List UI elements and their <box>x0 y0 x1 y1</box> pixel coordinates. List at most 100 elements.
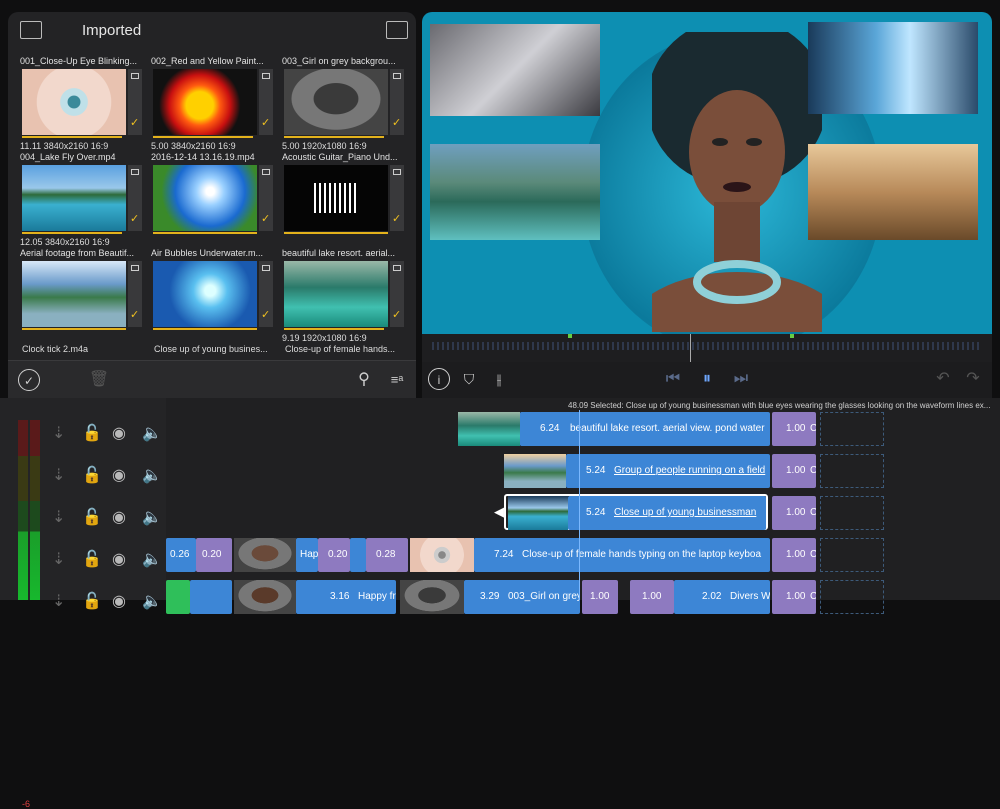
empty-slot[interactable] <box>820 454 884 488</box>
clip-tile[interactable]: 003_Girl on grey backgrou... ✓ 5.00 1920… <box>282 56 404 151</box>
clip-tile[interactable]: Air Bubbles Underwater.m... ✓ <box>151 248 273 336</box>
woman-portrait <box>652 32 822 332</box>
select-check-icon[interactable]: ✓ <box>18 369 40 391</box>
clip-tile[interactable]: beautiful lake resort. aerial... ✓ 9.19 … <box>282 248 404 343</box>
usage-bar <box>153 232 257 234</box>
lock-icon[interactable]: 🔓 <box>82 465 102 485</box>
timeline-thumbnail <box>234 580 296 614</box>
clip-side: ✓ <box>390 165 404 231</box>
marker-icon[interactable]: ⛉ <box>458 368 480 390</box>
clip-tile[interactable]: Acoustic Guitar_Piano Und... ✓ <box>282 152 404 240</box>
usage-bar <box>153 136 253 138</box>
lock-icon[interactable]: 🔓 <box>82 507 102 527</box>
eye-icon[interactable]: ◉ <box>112 423 126 443</box>
speaker-icon[interactable]: 🔈 <box>142 507 162 527</box>
clip-name[interactable]: Clock tick 2.m4a <box>22 344 88 354</box>
speaker-icon[interactable]: 🔈 <box>142 465 162 485</box>
info-icon[interactable]: i <box>428 368 450 390</box>
timeline-clip[interactable]: 3.29 003_Girl on grey <box>464 580 580 614</box>
transition-clip[interactable]: 0.20 <box>318 538 350 572</box>
clip-label: Close up of young businessman <box>614 507 757 518</box>
clip-c: C <box>810 423 816 434</box>
trim-left-icon[interactable]: ◀ <box>494 504 504 520</box>
folder-icon[interactable] <box>20 21 42 39</box>
transition-clip[interactable]: 0.20 <box>196 538 232 572</box>
timeline-clip[interactable] <box>166 580 190 614</box>
transition-clip[interactable]: 1.00 C <box>772 538 816 572</box>
clip-duration: 5.24 <box>586 507 606 518</box>
empty-slot[interactable] <box>820 580 884 614</box>
browser-title: Imported <box>82 22 142 39</box>
transition-clip[interactable]: 1.00 C <box>772 580 816 614</box>
eye-icon[interactable]: ◉ <box>112 507 126 527</box>
redo-icon[interactable]: ↷ <box>962 368 984 390</box>
timeline-clip[interactable]: 0.26 <box>166 538 196 572</box>
timeline-clip[interactable]: Hap <box>296 538 318 572</box>
clip-tile[interactable]: 001_Close-Up Eye Blinking... ✓ 11.11 384… <box>20 56 142 151</box>
clip-side: ✓ <box>128 261 142 327</box>
runners-inset <box>808 144 978 240</box>
timeline-clip[interactable] <box>190 580 232 614</box>
eye-icon[interactable]: ◉ <box>112 591 126 611</box>
timeline-clip[interactable]: 3.16 Happy fr <box>296 580 396 614</box>
pause-icon[interactable]: ⏸ <box>696 368 718 390</box>
skip-back-icon[interactable]: ⏮ <box>662 368 684 390</box>
speaker-icon[interactable]: 🔈 <box>142 591 162 611</box>
download-icon[interactable]: ⇣ <box>52 507 65 527</box>
timeline-thumbnail <box>410 538 474 572</box>
clip-tile[interactable]: 002_Red and Yellow Paint... ✓ 5.00 3840x… <box>151 56 273 151</box>
transition-clip[interactable]: 1.00 C <box>772 496 816 530</box>
download-icon[interactable]: ⇣ <box>52 465 65 485</box>
clip-tile[interactable]: Aerial footage from Beautif... ✓ <box>20 248 142 336</box>
timeline-clip[interactable]: 6.24 beautiful lake resort. aerial view. … <box>520 412 770 446</box>
lock-icon[interactable]: 🔓 <box>82 423 102 443</box>
speaker-icon[interactable]: 🔈 <box>142 549 162 569</box>
empty-slot[interactable] <box>820 496 884 530</box>
clip-meta: 5.00 1920x1080 16:9 <box>282 141 367 151</box>
download-icon[interactable]: ⇣ <box>52 591 65 611</box>
transition-clip[interactable]: 1.00 <box>582 580 618 614</box>
timeline-clip[interactable]: 7.24 Close-up of female hands typing on t… <box>474 538 770 572</box>
clip-name[interactable]: Close-up of female hands... <box>285 344 395 354</box>
clip-side: ✓ <box>390 69 404 135</box>
trash-icon[interactable]: 🗑 <box>88 369 110 391</box>
playhead[interactable] <box>579 410 580 600</box>
lock-icon[interactable]: 🔓 <box>82 591 102 611</box>
clip-label: beautiful lake resort. aerial view. pond… <box>570 423 765 434</box>
scope-trace <box>432 342 982 350</box>
preview-viewer[interactable] <box>422 12 992 334</box>
transition-clip[interactable]: 1.00 C <box>772 412 816 446</box>
lock-icon[interactable]: 🔓 <box>82 549 102 569</box>
split-icon[interactable]: ⫲ <box>488 368 510 390</box>
import-icon[interactable] <box>386 21 408 39</box>
empty-slot[interactable] <box>820 538 884 572</box>
transition-clip[interactable]: 1.00 C <box>772 454 816 488</box>
glasses-inset <box>808 22 978 114</box>
timeline-clip[interactable]: 5.24 Close up of young businessman <box>568 496 766 530</box>
clip-label: Happy fr <box>358 591 396 602</box>
download-icon[interactable]: ⇣ <box>52 549 65 569</box>
timeline-thumbnail <box>504 454 566 488</box>
empty-slot[interactable] <box>820 412 884 446</box>
eye-icon[interactable]: ◉ <box>112 549 126 569</box>
clip-duration: 7.24 <box>494 549 514 560</box>
timeline-clip[interactable]: 2.02 Divers W <box>674 580 770 614</box>
transition-clip[interactable]: 1.00 <box>630 580 674 614</box>
timeline-clip[interactable]: 5.24 Group of people running on a field <box>566 454 770 488</box>
search-icon[interactable]: ⚲ <box>353 369 375 391</box>
clip-name[interactable]: Close up of young busines... <box>154 344 268 354</box>
timeline-clip[interactable] <box>350 538 366 572</box>
clip-tile[interactable]: 004_Lake Fly Over.mp4 ✓ 12.05 3840x2160 … <box>20 152 142 247</box>
clip-c: C <box>810 465 816 476</box>
clip-meta: 5.00 3840x2160 16:9 <box>151 141 236 151</box>
transition-clip[interactable]: 0.28 <box>366 538 408 572</box>
eye-icon[interactable]: ◉ <box>112 465 126 485</box>
undo-icon[interactable]: ↶ <box>932 368 954 390</box>
viewer-toolbar: i ⛉ ⫲ ⏮ ⏸ ⏭ ↶ ↷ <box>422 362 992 398</box>
speaker-icon[interactable]: 🔈 <box>142 423 162 443</box>
clip-tile[interactable]: 2016-12-14 13.16.19.mp4 ✓ <box>151 152 273 240</box>
skip-forward-icon[interactable]: ⏭ <box>730 368 752 390</box>
clip-name: Aerial footage from Beautif... <box>20 248 135 258</box>
download-icon[interactable]: ⇣ <box>52 423 65 443</box>
sort-icon[interactable]: ≡ᵃ <box>386 369 408 391</box>
